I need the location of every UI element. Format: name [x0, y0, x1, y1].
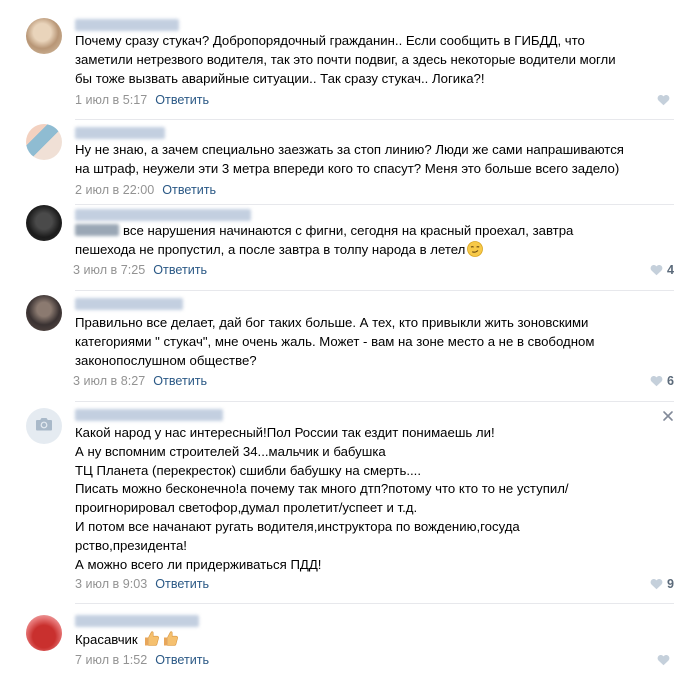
comment-text-line: категориями " стукач", мне очень жаль. М… [75, 333, 595, 349]
like-button[interactable]: 4 [650, 263, 674, 277]
like-button[interactable] [657, 94, 674, 106]
heart-icon [657, 94, 670, 106]
reply-link[interactable]: Ответить [155, 577, 209, 591]
avatar[interactable] [26, 124, 62, 160]
comment-text-line: Правильно все делает, дай бог таких боль… [75, 315, 589, 330]
comment-timestamp[interactable]: 3 июл в 8:27 [73, 374, 145, 388]
comment: Ну не знаю, а зачем специально заезжать … [0, 120, 700, 205]
heart-icon [650, 375, 663, 387]
author-name[interactable] [75, 615, 199, 627]
comment-text: Красавчик [75, 630, 675, 650]
like-button[interactable]: 9 [650, 577, 674, 591]
camera-icon [35, 417, 53, 436]
comment-text-line: проигнорировал светофор,думал пролетит/у… [75, 500, 418, 516]
heart-icon [657, 654, 670, 666]
avatar[interactable] [26, 408, 62, 444]
comments-list: Почему сразу стукач? Добропорядочный гра… [0, 0, 700, 682]
comment-text: все нарушения начинаются с фигни, сегодн… [75, 222, 675, 260]
comment-text-line: бы тоже вызвать аварийные ситуации.. Так… [75, 70, 485, 86]
author-name[interactable] [75, 19, 179, 31]
comment-text-line: Писать можно бесконечно!а почему так мно… [75, 481, 569, 497]
author-name[interactable] [75, 409, 223, 421]
comment-text-line: пешехода не пропустил, а после завтра в … [75, 240, 675, 260]
comment: Какой народ у нас интересный!Пол России … [0, 402, 700, 604]
comment-text-line: законопослушном обществе? [75, 352, 257, 368]
comment-timestamp[interactable]: 2 июл в 22:00 [75, 183, 154, 197]
comment-text-span: все нарушения начинаются с фигни, сегодн… [123, 223, 574, 238]
avatar[interactable] [26, 18, 62, 54]
reply-link[interactable]: Ответить [153, 263, 207, 277]
heart-icon [650, 578, 663, 590]
blurred-mention[interactable] [75, 224, 119, 236]
author-name[interactable] [75, 209, 251, 221]
comment-meta: 2 июл в 22:00 Ответить [75, 183, 216, 197]
comment-meta: 1 июл в 5:17 Ответить [75, 93, 209, 107]
comment-text-line: заметили нетрезвого водителя, так это по… [75, 51, 616, 67]
comment-text-line: Ну не знаю, а зачем специально заезжать … [75, 142, 624, 157]
comment-text: Правильно все делает, дай бог таких боль… [75, 314, 675, 370]
comment-text-line: Почему сразу стукач? Добропорядочный гра… [75, 33, 585, 48]
reply-link[interactable]: Ответить [155, 653, 209, 667]
avatar[interactable] [26, 295, 62, 331]
like-button[interactable] [657, 654, 674, 666]
comment-text-line: ТЦ Планета (перекресток) сшибли бабушку … [75, 462, 421, 478]
comment-meta: 3 июл в 9:03 Ответить [75, 577, 209, 591]
reply-link[interactable]: Ответить [155, 93, 209, 107]
thumbs-up-emoji [143, 630, 160, 647]
author-name[interactable] [75, 127, 165, 139]
avatar[interactable] [26, 205, 62, 241]
avatar[interactable] [26, 615, 62, 651]
comment: Почему сразу стукач? Добропорядочный гра… [0, 0, 700, 120]
comment-text: Почему сразу стукач? Добропорядочный гра… [75, 32, 675, 88]
like-count: 4 [666, 263, 674, 277]
comment-text-span: пешехода не пропустил, а после завтра в … [75, 241, 466, 257]
comment: Красавчик 7 июл в 1:52 Ответить [0, 604, 700, 682]
heart-icon [650, 264, 663, 276]
comment-text-line: А ну вспомним строителей 34...мальчик и … [75, 443, 386, 459]
like-button[interactable]: 6 [650, 374, 674, 388]
smirking-face-emoji [467, 240, 484, 257]
reply-link[interactable]: Ответить [162, 183, 216, 197]
comment-text-line: все нарушения начинаются с фигни, сегодн… [75, 222, 675, 241]
comment-text-line: рство,президента! [75, 537, 187, 553]
comment: все нарушения начинаются с фигни, сегодн… [0, 205, 700, 291]
like-count: 6 [666, 374, 674, 388]
comment-text-line: Красавчик [75, 630, 675, 650]
close-icon[interactable] [662, 409, 674, 421]
comment-text-line: на штраф, неужели эти 3 метра впереди ко… [75, 160, 620, 176]
comment-timestamp[interactable]: 7 июл в 1:52 [75, 653, 147, 667]
reply-link[interactable]: Ответить [153, 374, 207, 388]
comment-timestamp[interactable]: 1 июл в 5:17 [75, 93, 147, 107]
author-name[interactable] [75, 298, 183, 310]
comment-text-line: И потом все начанают ругать водителя,инс… [75, 518, 520, 534]
comment-timestamp[interactable]: 3 июл в 7:25 [73, 263, 145, 277]
comment: Правильно все делает, дай бог таких боль… [0, 291, 700, 402]
comment-text: Ну не знаю, а зачем специально заезжать … [75, 141, 675, 179]
comment-meta: 7 июл в 1:52 Ответить [75, 653, 209, 667]
comment-meta: 3 июл в 7:25 Ответить [73, 263, 207, 277]
comment-text: Какой народ у нас интересный!Пол России … [75, 424, 675, 574]
comment-meta: 3 июл в 8:27 Ответить [73, 374, 207, 388]
thumbs-up-emoji [162, 630, 179, 647]
comment-timestamp[interactable]: 3 июл в 9:03 [75, 577, 147, 591]
like-count: 9 [666, 577, 674, 591]
comment-text-line: А можно всего ли придерживаться ПДД! [75, 556, 322, 572]
comment-text-line: Какой народ у нас интересный!Пол России … [75, 425, 495, 440]
comment-text-span: Красавчик [75, 632, 138, 647]
